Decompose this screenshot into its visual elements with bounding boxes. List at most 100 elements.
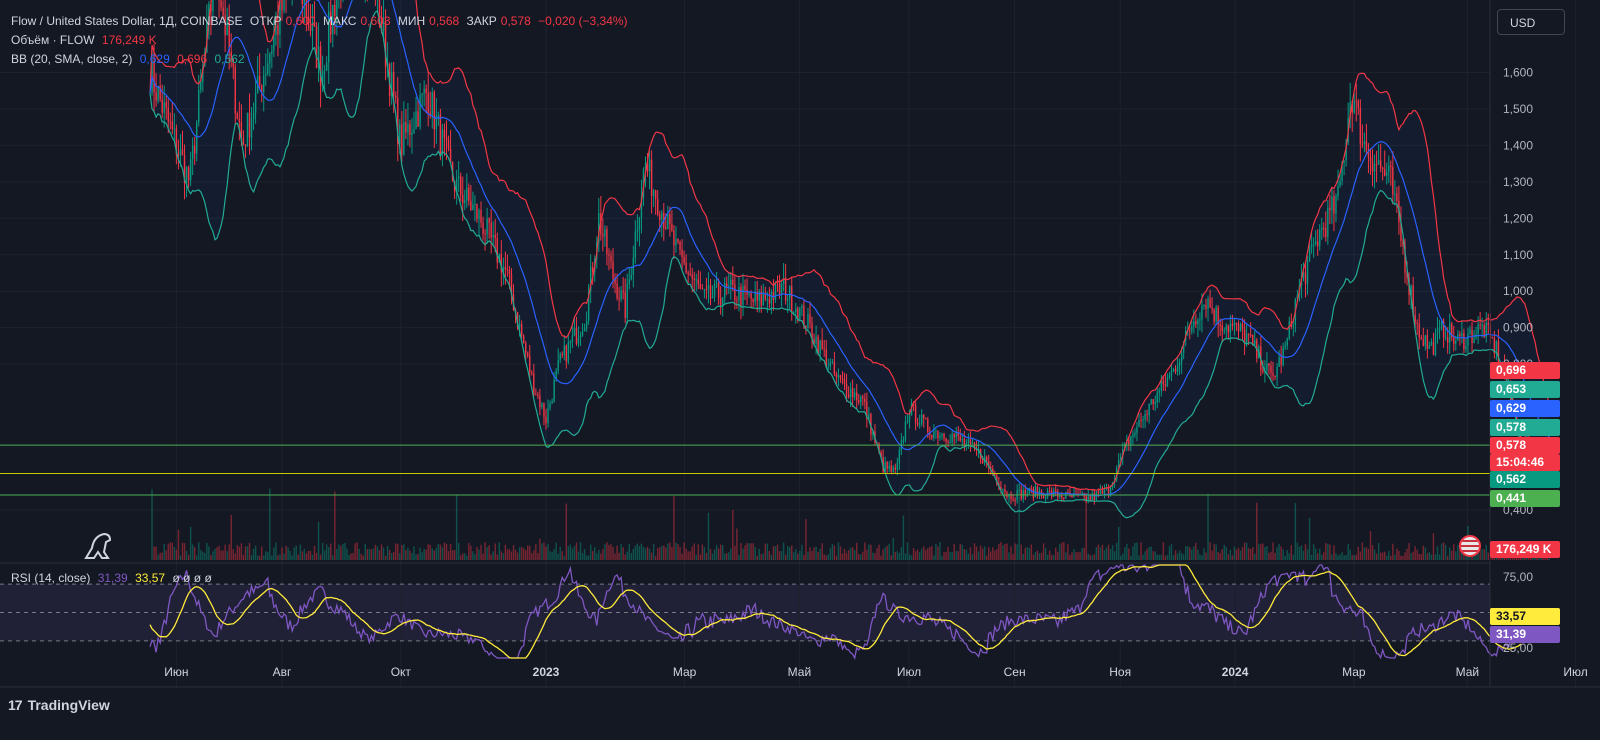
volume-bar <box>1182 554 1185 560</box>
volume-bar <box>1073 549 1075 560</box>
volume-bar <box>1022 554 1024 560</box>
volume-bar <box>1444 544 1447 560</box>
candle-body <box>732 279 734 285</box>
volume-bar <box>1296 542 1299 560</box>
volume-bar <box>173 546 176 560</box>
candle-body <box>1032 488 1035 498</box>
volume-bar <box>1071 552 1073 560</box>
volume-bar <box>900 547 903 560</box>
candle-body <box>1225 325 1228 331</box>
candle-body <box>837 375 840 378</box>
price-tag: 0,629 <box>1490 400 1560 417</box>
volume-bar <box>829 548 832 560</box>
candle-body <box>740 287 742 306</box>
candle-body <box>886 462 888 469</box>
candle-body <box>155 92 157 101</box>
volume-bar <box>750 543 752 560</box>
volume-bar <box>1063 542 1065 560</box>
candle-body <box>457 176 460 179</box>
volume-bar <box>1290 545 1293 560</box>
candle-body <box>762 294 765 306</box>
volume-bar <box>529 545 531 560</box>
candle-body <box>551 401 553 404</box>
volume-bar <box>1294 503 1297 560</box>
volume-bar <box>305 553 308 560</box>
volume-bar <box>1455 551 1457 560</box>
volume-bar <box>1207 493 1209 560</box>
volume-bar <box>947 547 949 560</box>
volume-bar <box>659 547 661 560</box>
candle-body <box>1434 333 1437 356</box>
candle-body <box>563 345 565 355</box>
volume-bar <box>1203 548 1205 560</box>
candle-body <box>1227 325 1230 333</box>
volume-bar <box>902 515 905 560</box>
bb-legend[interactable]: BB (20, SMA, close, 2) 0,629 0,696 0,562 <box>11 52 249 66</box>
volume-bar <box>1282 549 1284 560</box>
volume-bar <box>1221 549 1223 560</box>
volume-bar <box>748 543 750 560</box>
candle-body <box>263 75 265 93</box>
volume-bar <box>1422 545 1425 560</box>
candle-body <box>579 335 582 338</box>
volume-bar <box>1243 542 1246 560</box>
volume-bar <box>486 547 488 560</box>
candle-body <box>527 352 529 357</box>
volume-bar <box>1099 547 1102 560</box>
candle-body <box>244 144 247 147</box>
candle-body <box>687 272 689 275</box>
dinosaur-icon[interactable] <box>84 532 112 559</box>
chart-canvas[interactable]: 1,600 1,500 1,400 1,300 1,200 1,100 1,000 0,900… <box>0 0 1600 740</box>
volume-bar <box>488 545 490 560</box>
volume-bar <box>1312 544 1315 560</box>
candle-body <box>1333 196 1335 214</box>
volume-bar <box>1012 553 1014 560</box>
tradingview-brand[interactable]: 17 TradingView <box>8 697 110 713</box>
volume-bar <box>1363 547 1366 560</box>
volume-bar <box>860 554 862 560</box>
volume-bar <box>1451 550 1453 560</box>
volume-bar <box>193 547 196 560</box>
rsi-legend[interactable]: RSI (14, close) 31,39 33,57 ø ø ø ø <box>11 571 216 585</box>
volume-bar <box>1416 549 1418 560</box>
volume-bar <box>1152 551 1154 560</box>
volume-bar <box>1113 551 1116 560</box>
candle-body <box>413 128 415 133</box>
volume-bar <box>496 554 498 560</box>
volume-bar <box>352 553 354 560</box>
candle-body <box>713 284 716 297</box>
volume-bar <box>614 553 616 560</box>
candle-body <box>462 194 464 204</box>
candle-body <box>1487 323 1489 325</box>
volume-bar <box>189 526 192 560</box>
volume-bar <box>563 555 565 560</box>
candle-body <box>1394 193 1396 195</box>
volume-legend[interactable]: Объём · FLOW 176,249 K <box>11 33 161 47</box>
volume-bar <box>234 553 237 560</box>
candle-body <box>1024 490 1026 496</box>
candle-body <box>764 294 767 300</box>
candle-body <box>833 361 836 374</box>
candle-body <box>447 140 450 149</box>
candle-body <box>821 340 823 350</box>
volume-bar <box>1195 542 1197 560</box>
volume-bar <box>397 543 399 560</box>
volume-bar <box>886 545 888 560</box>
volume-bar <box>1038 553 1041 560</box>
volume-bar <box>583 549 586 560</box>
flag-icon[interactable] <box>1459 535 1481 557</box>
candle-body <box>547 407 549 424</box>
candle-body <box>427 92 429 113</box>
candle-body <box>212 0 214 11</box>
volume-bar <box>175 549 178 560</box>
candle-body <box>648 159 651 172</box>
volume-bar <box>925 549 927 560</box>
candle-body <box>829 362 832 367</box>
volume-bar <box>1042 543 1045 560</box>
currency-button[interactable]: USD <box>1497 9 1565 35</box>
volume-bar <box>295 545 297 560</box>
volume-bar <box>742 548 744 560</box>
candle-body <box>1436 328 1439 334</box>
price-tick-label: 1,000 <box>1503 284 1533 298</box>
candle-body <box>1355 100 1357 102</box>
